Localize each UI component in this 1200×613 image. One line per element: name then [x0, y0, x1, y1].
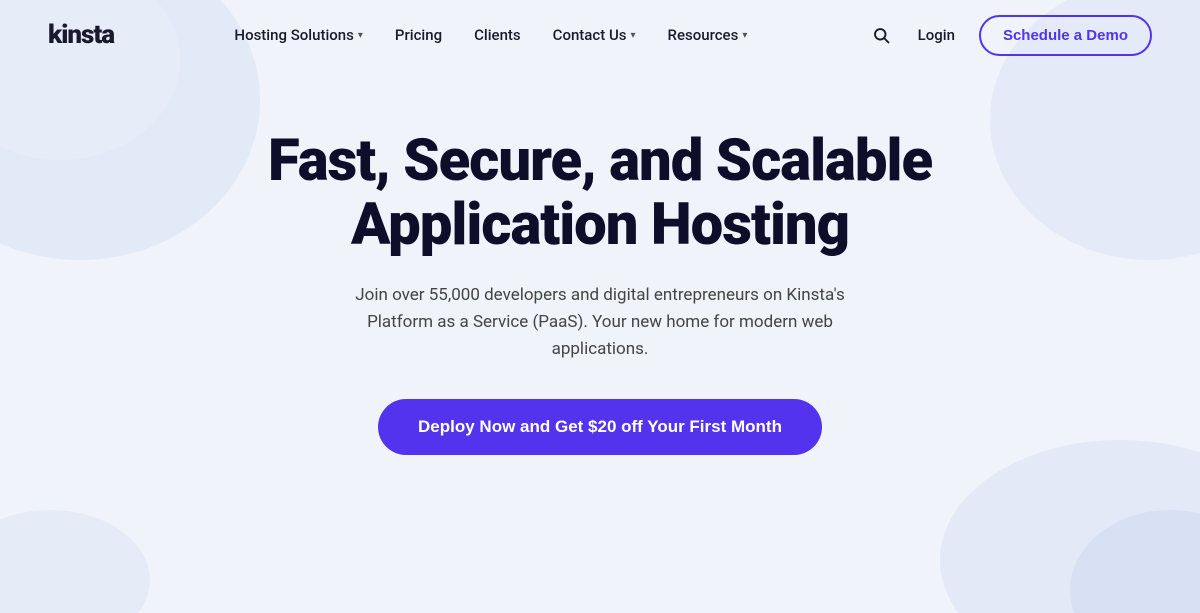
- schedule-demo-button[interactable]: Schedule a Demo: [979, 15, 1152, 56]
- hero-subtitle: Join over 55,000 developers and digital …: [340, 282, 860, 364]
- hero-title: Fast, Secure, and Scalable Application H…: [250, 130, 950, 258]
- logo-text: kinsta: [48, 20, 114, 50]
- nav-link-pricing[interactable]: Pricing: [383, 18, 454, 52]
- hero-section: Fast, Secure, and Scalable Application H…: [0, 70, 1200, 495]
- logo[interactable]: kinsta: [48, 20, 114, 50]
- nav-links: Hosting Solutions ▾ Pricing Clients Cont…: [222, 18, 759, 52]
- cta-button[interactable]: Deploy Now and Get $20 off Your First Mo…: [378, 399, 822, 455]
- navbar: kinsta Hosting Solutions ▾ Pricing Clien…: [0, 0, 1200, 70]
- nav-item-resources[interactable]: Resources ▾: [656, 18, 760, 52]
- nav-link-hosting[interactable]: Hosting Solutions ▾: [222, 18, 374, 52]
- nav-item-pricing[interactable]: Pricing: [383, 18, 454, 52]
- nav-item-hosting[interactable]: Hosting Solutions ▾: [222, 18, 374, 52]
- nav-item-contact[interactable]: Contact Us ▾: [541, 18, 648, 52]
- chevron-down-icon: ▾: [742, 30, 747, 41]
- nav-link-resources[interactable]: Resources ▾: [656, 18, 760, 52]
- login-link[interactable]: Login: [918, 26, 955, 44]
- nav-item-clients[interactable]: Clients: [462, 18, 533, 52]
- nav-link-clients[interactable]: Clients: [462, 18, 533, 52]
- search-button[interactable]: [868, 22, 894, 48]
- chevron-down-icon: ▾: [630, 30, 635, 41]
- search-icon: [872, 26, 890, 44]
- chevron-down-icon: ▾: [358, 30, 363, 41]
- nav-link-contact[interactable]: Contact Us ▾: [541, 18, 648, 52]
- nav-right: Login Schedule a Demo: [868, 15, 1152, 56]
